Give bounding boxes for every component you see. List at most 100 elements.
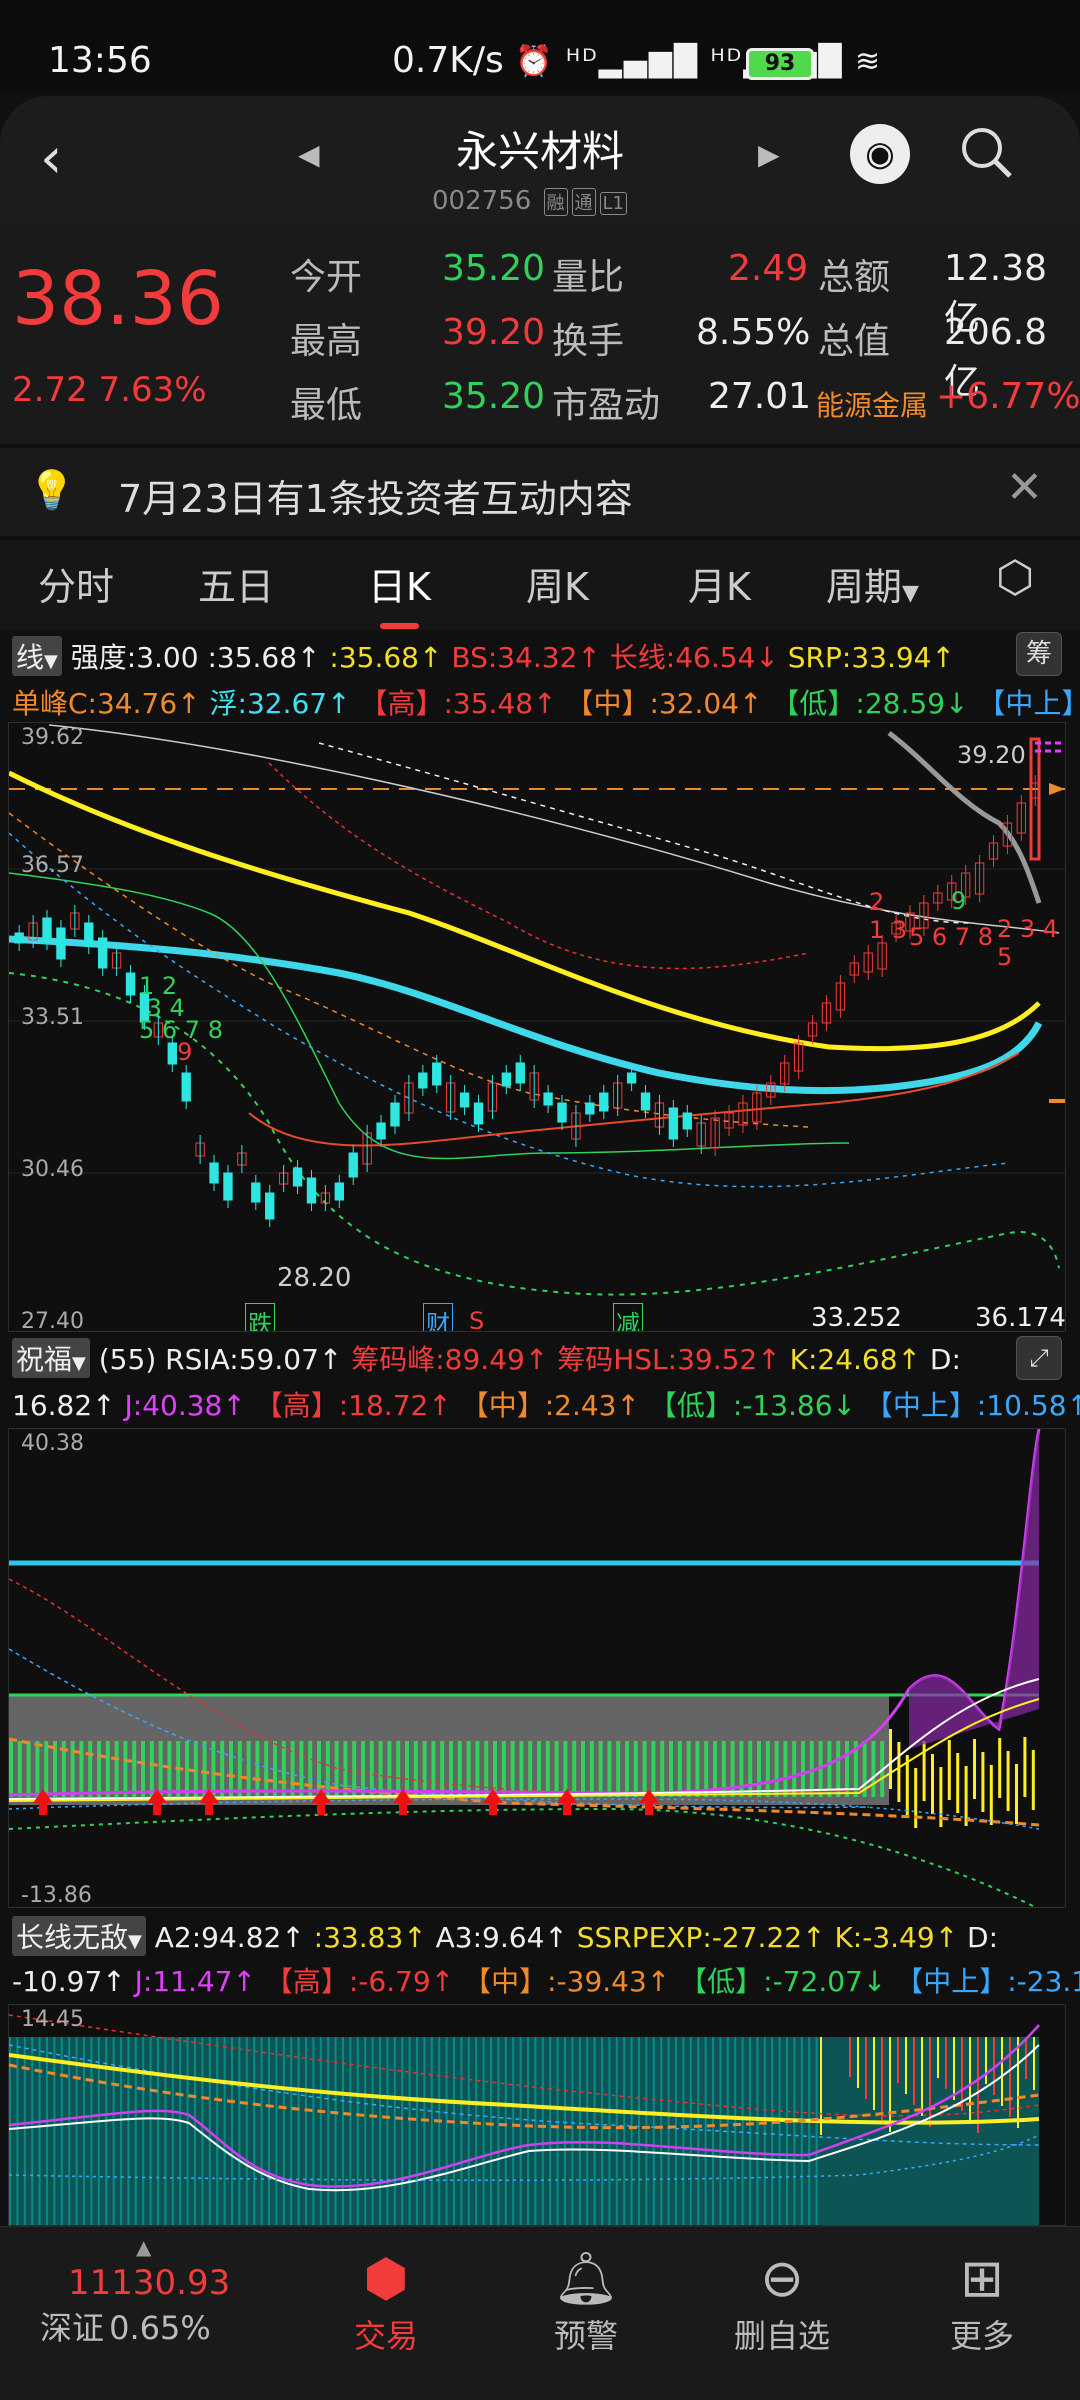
ind2-bar bbox=[281, 1741, 286, 1797]
ind3-selector[interactable]: 长线无敌▼ bbox=[12, 1916, 146, 1956]
ind2-k: K:24.68↑ bbox=[780, 1343, 922, 1376]
ind3-bar bbox=[578, 2037, 581, 2225]
tab-period[interactable]: 周期▼ bbox=[826, 556, 919, 611]
ind3-bar bbox=[268, 2037, 270, 2225]
ind2-high: 【高】:18.72↑ bbox=[245, 1389, 452, 1422]
nav-alert[interactable]: 🔔︎ 预警 bbox=[506, 2247, 666, 2357]
ind3-bar bbox=[778, 2037, 781, 2225]
ind3-bar bbox=[593, 2037, 596, 2225]
indicator-selector[interactable]: 线▼ bbox=[12, 636, 62, 676]
ind2-bar bbox=[44, 1741, 49, 1797]
ind3-bar bbox=[416, 2037, 418, 2225]
ind3-bar bbox=[194, 2037, 196, 2225]
ind2-d-label: D: bbox=[921, 1343, 961, 1376]
ind2-bar bbox=[405, 1741, 409, 1797]
indicator-chart-3[interactable]: 14.45 bbox=[8, 2004, 1066, 2226]
ind3-bar bbox=[712, 2037, 714, 2225]
index-name: 深证 bbox=[40, 2309, 105, 2347]
notice-text[interactable]: 7月23日有1条投资者互动内容 bbox=[118, 468, 633, 523]
ind2-selector-label: 祝福 bbox=[16, 1343, 73, 1376]
nav-trade-label: 交易 bbox=[353, 2317, 418, 2355]
event-sell[interactable]: S bbox=[469, 1307, 484, 1331]
tab-intraday[interactable]: 分时 bbox=[38, 556, 114, 611]
sector-name[interactable]: 能源金属 bbox=[816, 384, 928, 424]
ind2-bar bbox=[686, 1741, 691, 1797]
ind2-bar bbox=[537, 1741, 541, 1797]
ind2-j: J:40.38↑ bbox=[115, 1389, 246, 1422]
period-tabs: 分时 五日 日K 周K 月K 周期▼ ⬡ bbox=[0, 540, 1080, 630]
y-label-3: 33.51 bbox=[21, 1005, 84, 1030]
chip-distribution-button[interactable]: 筹 bbox=[1016, 632, 1062, 676]
event-reduce[interactable]: 减 bbox=[613, 1303, 643, 1331]
kline-chart[interactable]: 39.62 36.57 33.51 30.46 27.40 39.20 28.2… bbox=[8, 722, 1066, 1332]
close-icon[interactable]: ✕ bbox=[1006, 462, 1043, 513]
ind3-signal-bar bbox=[921, 2037, 923, 2116]
ind3-bar bbox=[364, 2037, 367, 2225]
ind3-bar bbox=[290, 2037, 293, 2225]
nav-more[interactable]: ⊞ 更多 bbox=[902, 2247, 1062, 2357]
ind-float: 浮:32.67↑ bbox=[200, 687, 351, 720]
ind-mid-upper: 【中上】: bbox=[977, 687, 1080, 720]
ind2-bar bbox=[519, 1741, 524, 1797]
ind2-bar bbox=[757, 1741, 761, 1797]
event-fall[interactable]: 跌 bbox=[245, 1303, 275, 1331]
tab-daily-k[interactable]: 日K bbox=[368, 556, 431, 629]
nav-remove-watchlist[interactable]: ⊖ 删自选 bbox=[702, 2247, 862, 2357]
td-sequence-red-2: 5 6 7 8 bbox=[909, 923, 993, 951]
ind2-bar bbox=[193, 1741, 198, 1797]
tab-monthly-k[interactable]: 月K bbox=[688, 556, 751, 611]
ind2-bar bbox=[158, 1741, 163, 1797]
ind3-bar bbox=[46, 2037, 48, 2225]
bottom-value-1: 33.252 bbox=[811, 1303, 902, 1332]
ind3-bar bbox=[660, 2037, 663, 2225]
settings-icon[interactable]: ⬡ bbox=[996, 552, 1034, 603]
ind3-bar bbox=[120, 2037, 122, 2225]
ind3-bar bbox=[756, 2037, 759, 2225]
nav-trade[interactable]: ⬢ 交易 bbox=[306, 2247, 466, 2357]
ind2-bar bbox=[642, 1741, 647, 1797]
ind2-signal-bar bbox=[914, 1768, 918, 1828]
ind3-bar bbox=[645, 2037, 648, 2225]
index-quote[interactable]: ▲ 11130.93 深证 0.65% bbox=[40, 2235, 230, 2349]
nav-remove-label: 删自选 bbox=[733, 2317, 830, 2355]
indicator-chart-3-canvas bbox=[9, 2014, 1040, 2225]
ind3-bar bbox=[60, 2037, 63, 2225]
ind3-bar bbox=[393, 2037, 396, 2225]
sector-change[interactable]: +6.77% bbox=[936, 376, 1080, 417]
ind3-signal-bar bbox=[985, 2037, 987, 2084]
ind3-bar bbox=[349, 2037, 352, 2225]
ind2-bar bbox=[396, 1741, 401, 1797]
open-value: 35.20 bbox=[442, 248, 546, 289]
event-financial[interactable]: 财 bbox=[423, 1303, 453, 1331]
ind3-bar bbox=[179, 2037, 182, 2225]
tab-weekly-k[interactable]: 周K bbox=[526, 556, 589, 611]
ind3-bar bbox=[586, 2037, 589, 2225]
low-value: 35.20 bbox=[442, 376, 546, 417]
ind2-bar bbox=[88, 1741, 93, 1797]
high-value: 39.20 bbox=[442, 312, 546, 353]
ind2-bar bbox=[572, 1741, 577, 1797]
ind3-a3: A3:9.64↑ bbox=[426, 1921, 568, 1954]
ind3-bar bbox=[305, 2037, 307, 2225]
search-icon[interactable] bbox=[956, 122, 1016, 193]
ind3-bar bbox=[608, 2037, 611, 2225]
ind2-selector[interactable]: 祝福▼ bbox=[12, 1338, 90, 1378]
ind3-bar bbox=[371, 2037, 374, 2225]
indicator-chart-2[interactable]: 40.38 -13.86 bbox=[8, 1428, 1066, 1908]
assistant-robot-icon[interactable]: ◉ bbox=[850, 124, 910, 184]
ind2-d: 16.82↑ bbox=[12, 1389, 116, 1422]
expand-icon[interactable]: ⤢ bbox=[1016, 1336, 1062, 1380]
ind3-bar bbox=[815, 2037, 818, 2225]
ind3-bar bbox=[171, 2037, 174, 2225]
next-stock-icon[interactable]: ▶ bbox=[758, 138, 780, 171]
ind3-bar bbox=[401, 2037, 404, 2225]
stock-code: 002756 bbox=[432, 186, 532, 216]
ind-low: 【低】:28.59↓ bbox=[762, 687, 969, 720]
investor-notice-bar[interactable]: 💡 7月23日有1条投资者互动内容 ✕ bbox=[0, 448, 1080, 536]
ind-high: 【高】:35.48↑ bbox=[350, 687, 557, 720]
ind3-low: 【低】:-72.07↓ bbox=[670, 1965, 887, 1998]
tab-five-day[interactable]: 五日 bbox=[198, 556, 274, 611]
minus-circle-icon: ⊖ bbox=[760, 2249, 804, 2309]
ind3-signal-bar bbox=[913, 2037, 915, 2105]
ind3-line2: -10.97↑ J:11.47↑ 【高】:-6.79↑ 【中】:-39.43↑ … bbox=[0, 1960, 1080, 2000]
